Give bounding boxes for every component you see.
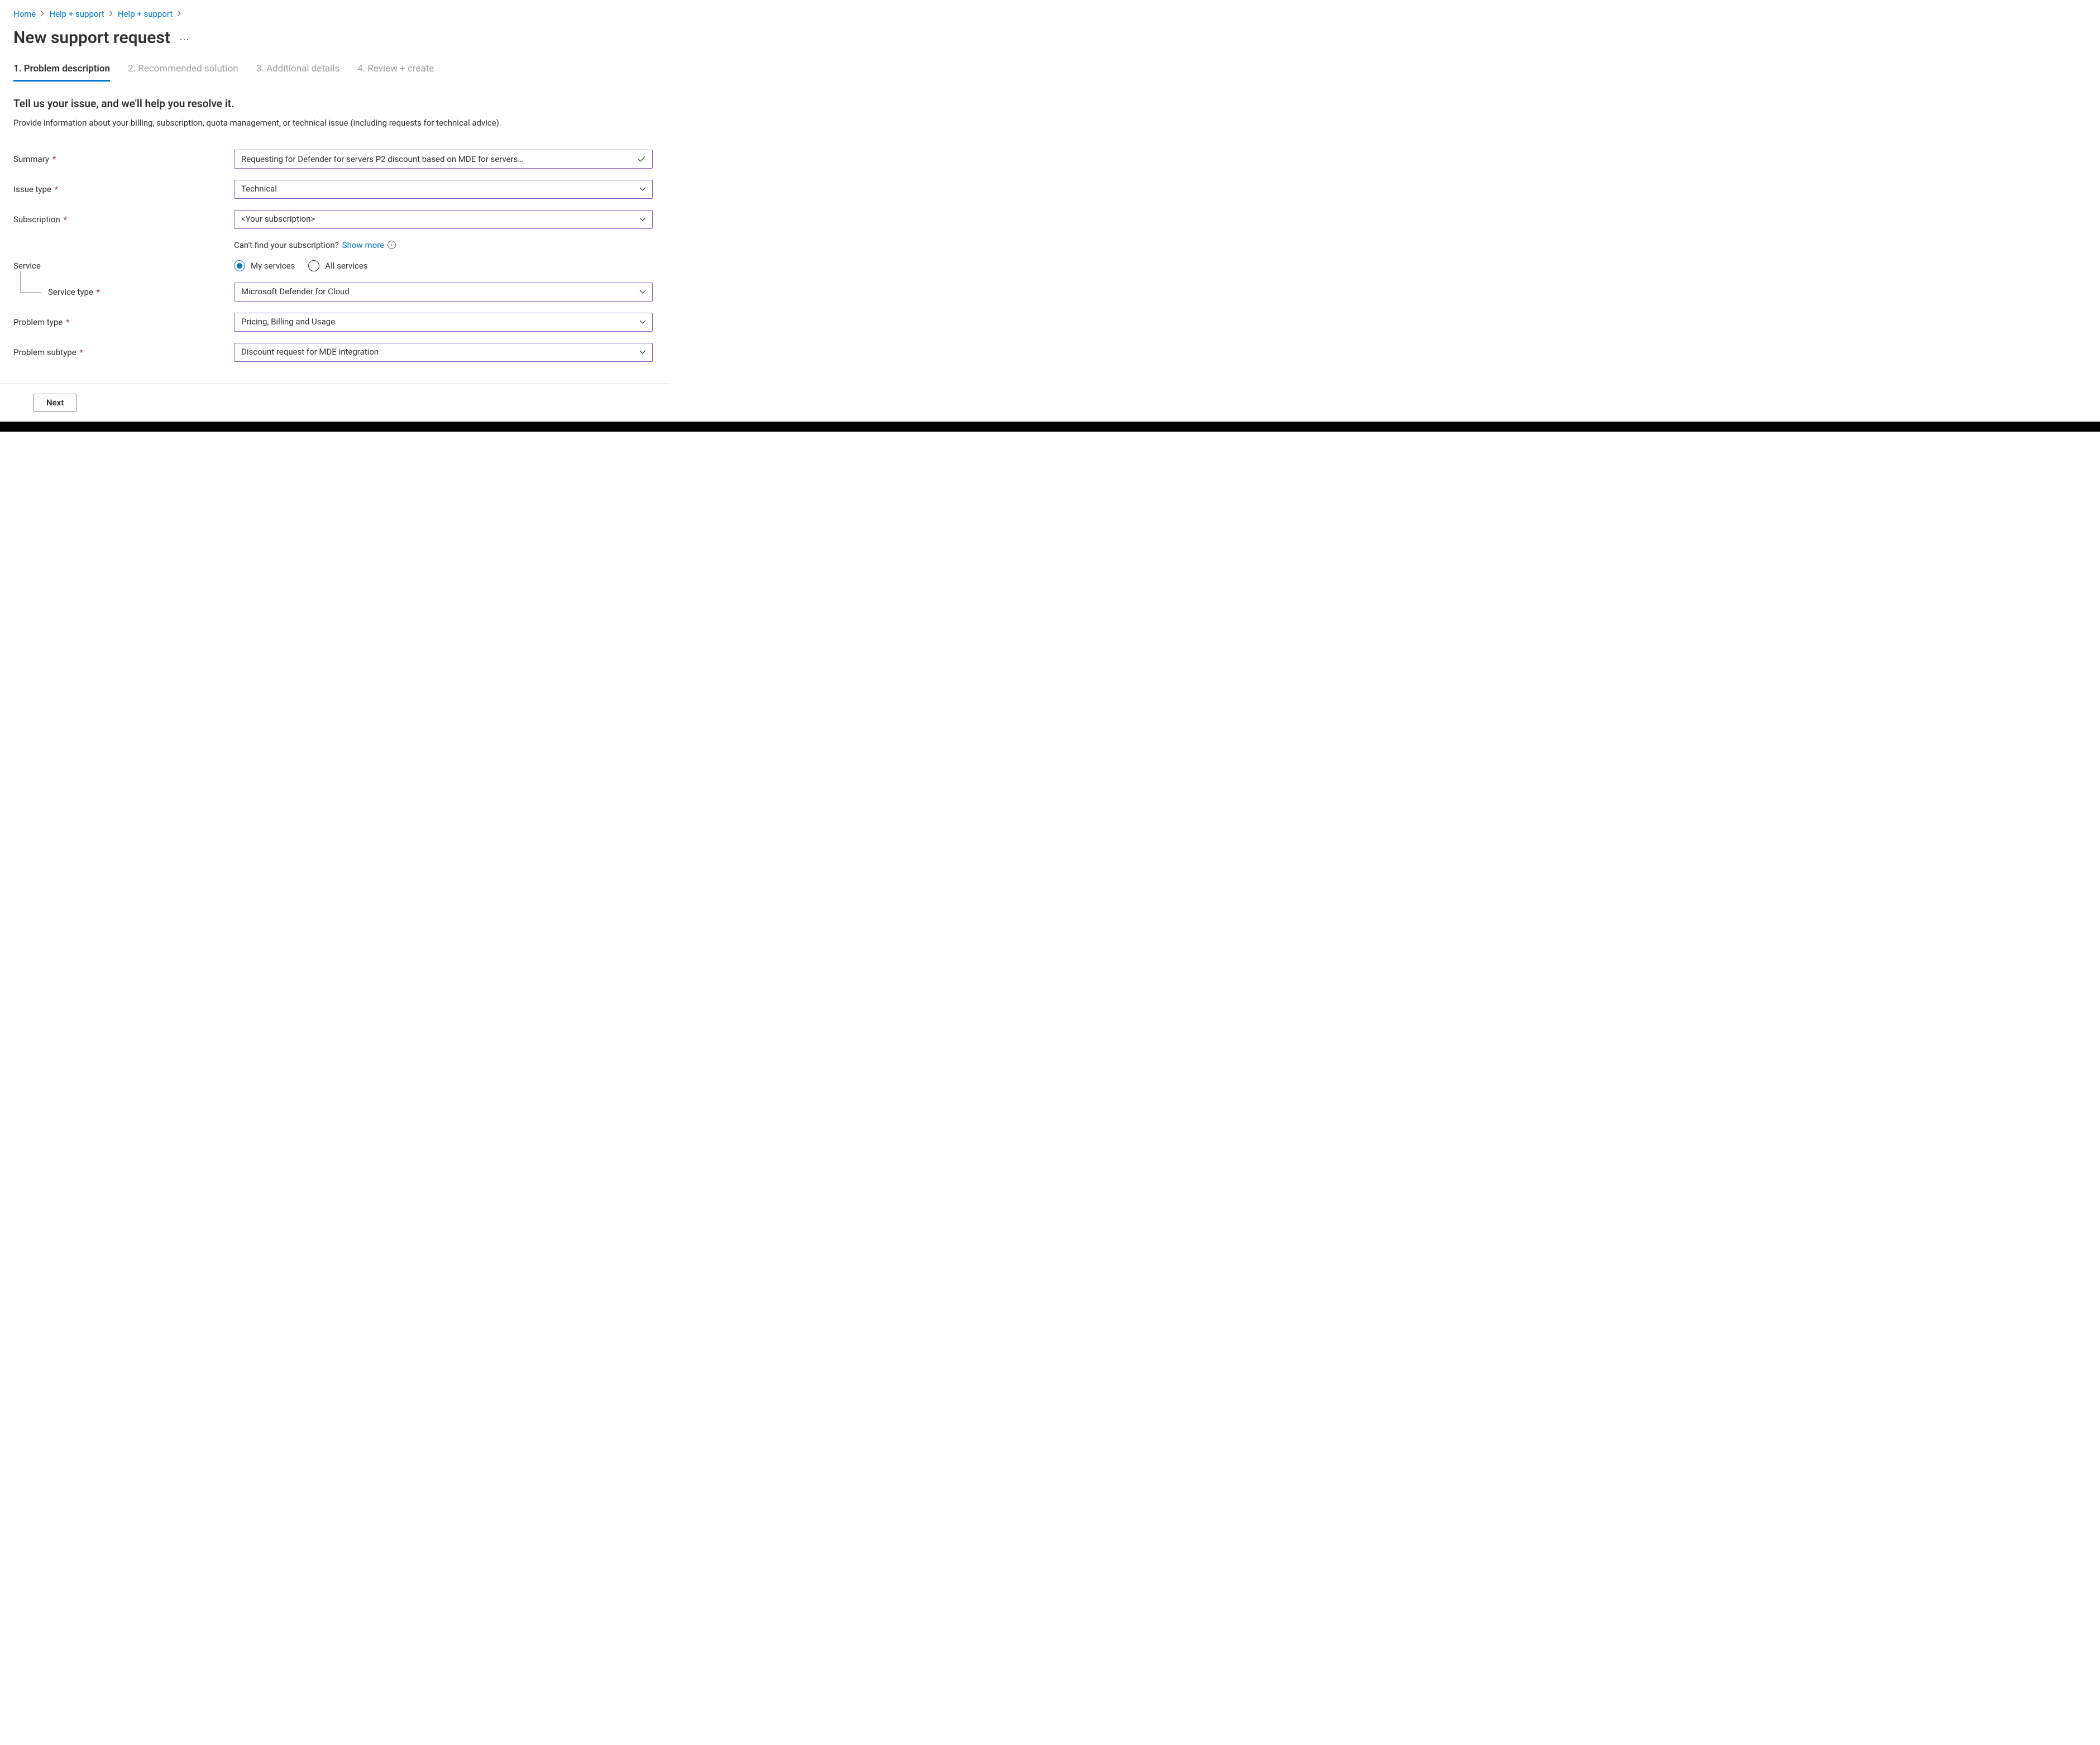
tree-connector-icon — [20, 271, 41, 293]
radio-label-all-services: All services — [325, 261, 367, 271]
radio-my-services[interactable]: My services — [234, 260, 295, 271]
tab-recommended-solution[interactable]: 2. Recommended solution — [128, 63, 238, 82]
required-indicator: * — [61, 214, 67, 224]
label-summary: Summary * — [13, 154, 234, 164]
chevron-right-icon — [40, 10, 45, 18]
chevron-right-icon — [177, 10, 181, 18]
summary-input[interactable] — [234, 150, 653, 169]
footer: Next — [0, 384, 2100, 422]
issue-type-select[interactable]: Technical — [234, 180, 653, 199]
radio-icon — [234, 260, 245, 271]
row-service: Service My services All services — [13, 260, 657, 271]
required-indicator: * — [94, 287, 100, 297]
breadcrumb-help-support-2[interactable]: Help + support — [118, 9, 173, 19]
required-indicator: * — [64, 317, 69, 327]
info-icon[interactable]: i — [388, 241, 396, 249]
required-indicator: * — [52, 184, 58, 194]
tab-review-create[interactable]: 4. Review + create — [357, 63, 434, 82]
tab-additional-details[interactable]: 3. Additional details — [256, 63, 339, 82]
label-problem-subtype: Problem subtype * — [13, 347, 234, 357]
section-heading: Tell us your issue, and we'll help you r… — [13, 97, 657, 110]
tab-problem-description[interactable]: 1. Problem description — [13, 63, 110, 82]
chevron-right-icon — [109, 10, 113, 18]
label-issue-type: Issue type * — [13, 184, 234, 194]
row-subscription-helper: Can't find your subscription? Show more … — [13, 240, 657, 250]
radio-icon — [308, 260, 319, 271]
row-problem-type: Problem type * Pricing, Billing and Usag… — [13, 313, 657, 332]
bottom-bar — [0, 422, 2100, 432]
row-issue-type: Issue type * Technical — [13, 180, 657, 199]
next-button[interactable]: Next — [34, 394, 76, 412]
subscription-select[interactable]: <Your subscription> — [234, 210, 653, 229]
service-type-select[interactable]: Microsoft Defender for Cloud — [234, 283, 653, 302]
label-service-type: Service type * — [13, 287, 234, 297]
label-subscription: Subscription * — [13, 214, 234, 224]
section-description: Provide information about your billing, … — [13, 117, 639, 130]
row-service-type: Service type * Microsoft Defender for Cl… — [13, 283, 657, 302]
service-radio-group: My services All services — [234, 260, 653, 271]
breadcrumb-home[interactable]: Home — [13, 9, 36, 19]
subscription-helper: Can't find your subscription? Show more … — [234, 240, 396, 250]
radio-all-services[interactable]: All services — [308, 260, 367, 271]
problem-type-select[interactable]: Pricing, Billing and Usage — [234, 313, 653, 332]
tabs: 1. Problem description 2. Recommended so… — [13, 63, 657, 82]
row-subscription: Subscription * <Your subscription> — [13, 210, 657, 229]
more-actions-icon[interactable]: ⋯ — [179, 31, 190, 45]
radio-label-my-services: My services — [251, 261, 295, 271]
page-title-row: New support request ⋯ — [13, 28, 657, 47]
show-more-link[interactable]: Show more — [342, 240, 384, 250]
row-summary: Summary * — [13, 150, 657, 169]
breadcrumb: Home Help + support Help + support — [13, 9, 657, 19]
page-title: New support request — [13, 28, 170, 47]
row-problem-subtype: Problem subtype * Discount request for M… — [13, 343, 657, 362]
required-indicator: * — [78, 347, 83, 357]
problem-subtype-select[interactable]: Discount request for MDE integration — [234, 343, 653, 362]
breadcrumb-help-support-1[interactable]: Help + support — [49, 9, 104, 19]
label-service: Service — [13, 261, 234, 271]
label-problem-type: Problem type * — [13, 317, 234, 327]
required-indicator: * — [50, 154, 56, 164]
